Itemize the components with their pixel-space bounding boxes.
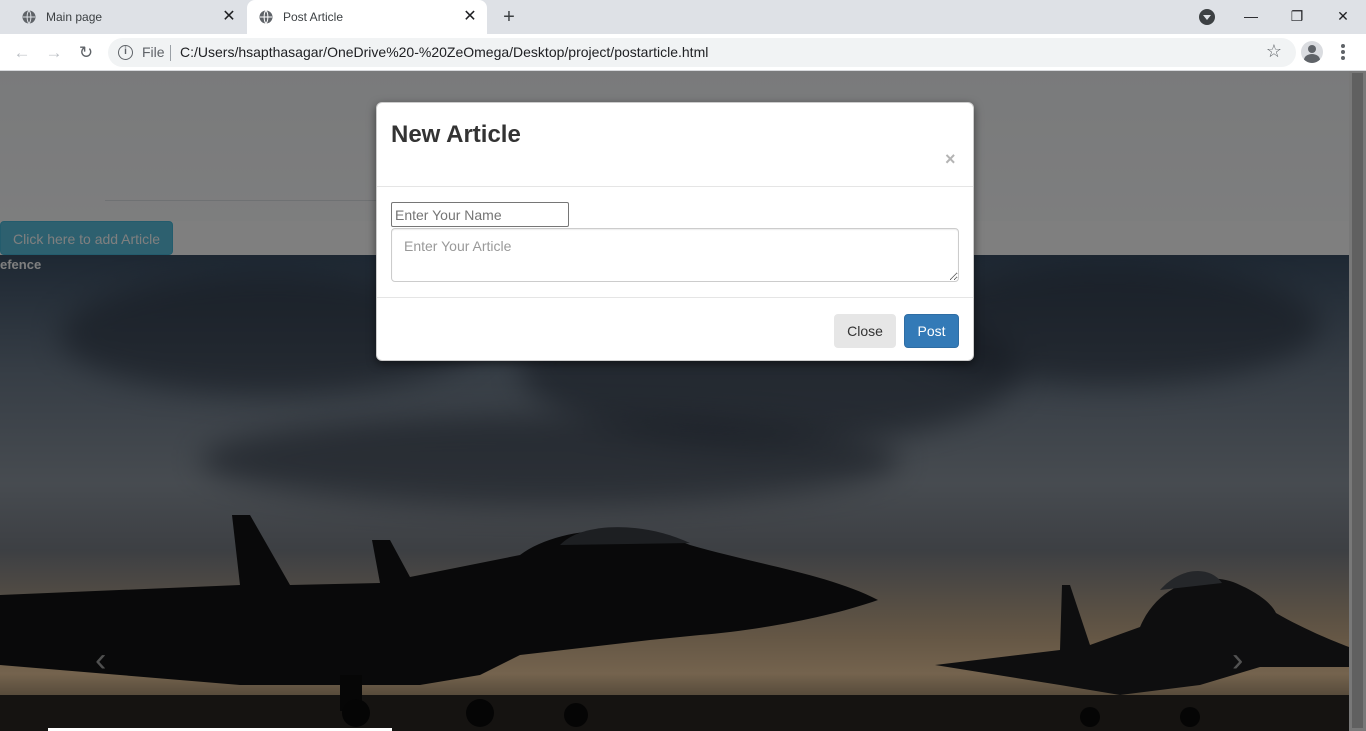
tab-search-icon[interactable]	[1199, 9, 1215, 25]
globe-icon	[259, 10, 273, 24]
modal-footer: Close Post	[377, 297, 973, 360]
minimize-icon[interactable]: —	[1241, 6, 1261, 26]
close-button[interactable]: Close	[834, 314, 896, 348]
forward-arrow-icon[interactable]: →	[43, 42, 65, 64]
kebab-menu-icon[interactable]	[1336, 42, 1350, 64]
address-bar[interactable]: i File C:/Users/hsapthasagar/OneDrive%20…	[108, 38, 1296, 67]
modal-header: New Article ×	[377, 103, 973, 187]
plus-icon[interactable]: +	[499, 7, 519, 27]
profile-icon[interactable]	[1301, 41, 1323, 63]
tab-title: Post Article	[283, 10, 344, 24]
close-icon[interactable]: ✕	[461, 8, 479, 26]
globe-icon	[22, 10, 36, 24]
url-text[interactable]: C:/Users/hsapthasagar/OneDrive%20-%20ZeO…	[180, 44, 708, 60]
divider	[170, 45, 171, 61]
article-textarea[interactable]	[391, 228, 959, 282]
window-close-icon[interactable]: ✕	[1333, 6, 1353, 26]
tab-strip: Main page ✕ Post Article ✕ + — ❐ ✕	[0, 0, 1366, 34]
restore-icon[interactable]: ❐	[1287, 6, 1307, 26]
tab-main-page[interactable]: Main page ✕	[0, 0, 246, 34]
post-button[interactable]: Post	[904, 314, 959, 348]
browser-toolbar: ← → ↻ i File C:/Users/hsapthasagar/OneDr…	[0, 34, 1366, 71]
tab-post-article[interactable]: Post Article ✕	[247, 0, 487, 34]
star-icon[interactable]: ☆	[1266, 41, 1282, 62]
reload-icon[interactable]: ↻	[75, 42, 97, 64]
name-input[interactable]	[391, 202, 569, 227]
tab-title: Main page	[46, 10, 103, 24]
close-icon[interactable]: ×	[945, 149, 956, 170]
modal-title: New Article	[391, 121, 521, 148]
new-article-modal: New Article × Close Post	[376, 102, 974, 361]
close-icon[interactable]: ✕	[220, 8, 238, 26]
info-icon[interactable]: i	[118, 45, 133, 60]
scheme-label: File	[142, 44, 165, 60]
back-arrow-icon[interactable]: ←	[11, 42, 33, 64]
